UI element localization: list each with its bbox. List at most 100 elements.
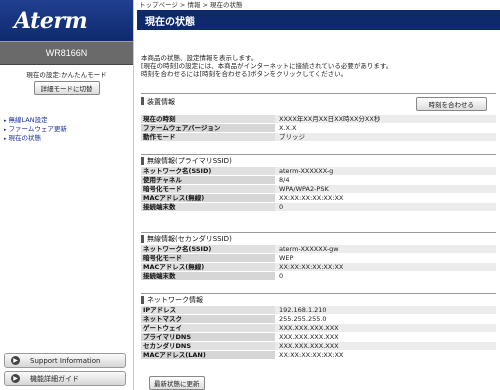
info-value: 8/4 [275, 176, 496, 184]
arrow-right-icon: ▶ [11, 374, 20, 383]
support-information-label: Support Information [30, 356, 101, 365]
sidebar: Aterm WR8166N 現在の設定:かんたんモード 詳細モードに切替 ▸ 無線… [0, 0, 134, 390]
rows: ネットワーク名(SSID) aterm-XXXXXX-g 使用チャネル 8/4 暗号化モ… [141, 167, 496, 212]
bullet-icon: ▸ [4, 136, 7, 142]
rows: IPアドレス 192.168.1.210 ネットマスク 255.255.255.0 ゲー… [141, 306, 496, 360]
info-label: MACアドレス(無線) [141, 263, 275, 271]
info-label: 接続端末数 [141, 272, 275, 280]
bullet-icon: ▸ [4, 118, 7, 124]
sidebar-item-wireless-lan[interactable]: ▸ 無線LAN設定 [4, 116, 133, 125]
info-value: XXX.XXX.XXX.XXX [275, 324, 496, 332]
section-heading: ネットワーク情報 [141, 293, 496, 306]
section-heading: 無線情報(セカンダリSSID) [141, 232, 496, 245]
section-title: 無線情報(プライマリSSID) [147, 157, 232, 165]
info-label: プライマリDNS [141, 333, 275, 341]
section-heading: 装置情報 時刻を合わせる [141, 93, 496, 115]
info-label: セカンダリDNS [141, 342, 275, 350]
device-info-section: 装置情報 時刻を合わせる 現在の時刻 XXXX年XX月XX日XX時XX分XX秒 ファ… [141, 93, 496, 142]
info-row: MACアドレス(無線) XX:XX:XX:XX:XX:XX [141, 194, 496, 203]
info-label: ネットマスク [141, 315, 275, 323]
bullet-icon: ▸ [4, 127, 7, 133]
rows: 現在の時刻 XXXX年XX月XX日XX時XX分XX秒 ファームウェアバージョン X.X… [141, 115, 496, 142]
info-label: 使用チャネル [141, 176, 275, 184]
sidebar-nav: ▸ 無線LAN設定 ▸ ファームウェア更新 ▸ 現在の状態 [0, 116, 133, 143]
sidebar-item-label: 現在の状態 [8, 134, 42, 142]
intro-line: 時刻を合わせるには[時刻を合わせる]ボタンをクリックしてください。 [141, 70, 348, 78]
arrow-right-icon: ▶ [11, 356, 20, 365]
info-row: 現在の時刻 XXXX年XX月XX日XX時XX分XX秒 [141, 115, 496, 124]
info-row: 使用チャネル 8/4 [141, 176, 496, 185]
section-title: 無線情報(セカンダリSSID) [147, 235, 232, 243]
info-value: X.X.X [275, 124, 496, 132]
function-guide-label: 機能詳細ガイド [30, 374, 79, 383]
info-row: セカンダリDNS XXX.XXX.XXX.XXX [141, 342, 496, 351]
info-row: ネットワーク名(SSID) aterm-XXXXXX-g [141, 167, 496, 176]
info-label: 暗号化モード [141, 254, 275, 262]
info-row: ファームウェアバージョン X.X.X [141, 124, 496, 133]
info-value: ブリッジ [275, 133, 496, 141]
info-row: 暗号化モード WEP [141, 254, 496, 263]
info-value: XX:XX:XX:XX:XX:XX [275, 194, 496, 202]
wireless-secondary-section: 無線情報(セカンダリSSID) ネットワーク名(SSID) aterm-XXXXX… [141, 232, 496, 281]
info-row: 接続端末数 0 [141, 203, 496, 212]
info-label: 暗号化モード [141, 185, 275, 193]
sidebar-item-label: 無線LAN設定 [8, 116, 48, 124]
info-row: 暗号化モード WPA/WPA2-PSK [141, 185, 496, 194]
info-label: ネットワーク名(SSID) [141, 167, 275, 175]
main-content: トップページ > 情報 > 現在の状態 現在の状態 本商品の状態、設定情報を表示… [137, 0, 500, 390]
info-row: IPアドレス 192.168.1.210 [141, 306, 496, 315]
section-marker-icon [141, 235, 144, 243]
info-row: プライマリDNS XXX.XXX.XXX.XXX [141, 333, 496, 342]
info-row: 動作モード ブリッジ [141, 133, 496, 142]
info-value: XX:XX:XX:XX:XX:XX [275, 263, 496, 271]
info-row: ネットワーク名(SSID) aterm-XXXXXX-gw [141, 245, 496, 254]
section-heading: 無線情報(プライマリSSID) [141, 154, 496, 167]
info-value: aterm-XXXXXX-g [275, 167, 496, 175]
switch-mode-button[interactable]: 詳細モードに切替 [33, 81, 100, 95]
sidebar-item-current-status[interactable]: ▸ 現在の状態 [4, 134, 133, 143]
logo-text: Aterm [14, 7, 88, 34]
network-info-section: ネットワーク情報 IPアドレス 192.168.1.210 ネットマスク 255.25… [141, 293, 496, 360]
intro-line: 本商品の状態、設定情報を表示します。 [141, 54, 258, 62]
section-marker-icon [141, 157, 144, 165]
mode-box: 現在の設定:かんたんモード 詳細モードに切替 [0, 65, 133, 95]
breadcrumb: トップページ > 情報 > 現在の状態 [139, 1, 243, 9]
section-marker-icon [141, 97, 144, 105]
page-title-bar: 現在の状態 [137, 10, 500, 30]
intro-line: [現在の時刻]の設定には、本商品がインターネットに接続されている必要があります。 [141, 62, 393, 70]
info-label: ゲートウェイ [141, 324, 275, 332]
section-marker-icon [141, 296, 144, 304]
info-value: WPA/WPA2-PSK [275, 185, 496, 193]
support-information-button[interactable]: ▶ Support Information [4, 353, 126, 368]
info-label: ネットワーク名(SSID) [141, 245, 275, 253]
function-guide-button[interactable]: ▶ 機能詳細ガイド [4, 371, 126, 386]
sync-time-button[interactable]: 時刻を合わせる [415, 97, 487, 111]
logo: Aterm [0, 0, 133, 41]
wireless-primary-section: 無線情報(プライマリSSID) ネットワーク名(SSID) aterm-XXXXX… [141, 154, 496, 212]
info-label: 接続端末数 [141, 203, 275, 211]
info-label: MACアドレス(LAN) [141, 351, 275, 359]
info-row: ゲートウェイ XXX.XXX.XXX.XXX [141, 324, 496, 333]
info-label: IPアドレス [141, 306, 275, 314]
info-value: 0 [275, 203, 496, 211]
model-name: WR8166N [0, 41, 133, 65]
info-value: 192.168.1.210 [275, 306, 496, 314]
refresh-status-button[interactable]: 最新状態に更新 [149, 376, 205, 390]
info-value: XX:XX:XX:XX:XX:XX [275, 351, 496, 359]
info-label: ファームウェアバージョン [141, 124, 275, 132]
info-label: MACアドレス(無線) [141, 194, 275, 202]
info-value: 255.255.255.0 [275, 315, 496, 323]
sidebar-item-label: ファームウェア更新 [8, 125, 67, 133]
info-label: 動作モード [141, 133, 275, 141]
info-label: 現在の時刻 [141, 115, 275, 123]
sidebar-item-firmware-update[interactable]: ▸ ファームウェア更新 [4, 125, 133, 134]
info-row: MACアドレス(LAN) XX:XX:XX:XX:XX:XX [141, 351, 496, 360]
info-value: XXX.XXX.XXX.XXX [275, 333, 496, 341]
section-title: 装置情報 [147, 98, 175, 106]
info-row: MACアドレス(無線) XX:XX:XX:XX:XX:XX [141, 263, 496, 272]
intro-text: 本商品の状態、設定情報を表示します。 [現在の時刻]の設定には、本商品がインター… [137, 54, 500, 78]
info-value: XXX.XXX.XXX.XXX [275, 342, 496, 350]
rows: ネットワーク名(SSID) aterm-XXXXXX-gw 暗号化モード WEP MAC… [141, 245, 496, 281]
section-title: ネットワーク情報 [147, 296, 203, 304]
info-value: XXXX年XX月XX日XX時XX分XX秒 [275, 115, 496, 123]
